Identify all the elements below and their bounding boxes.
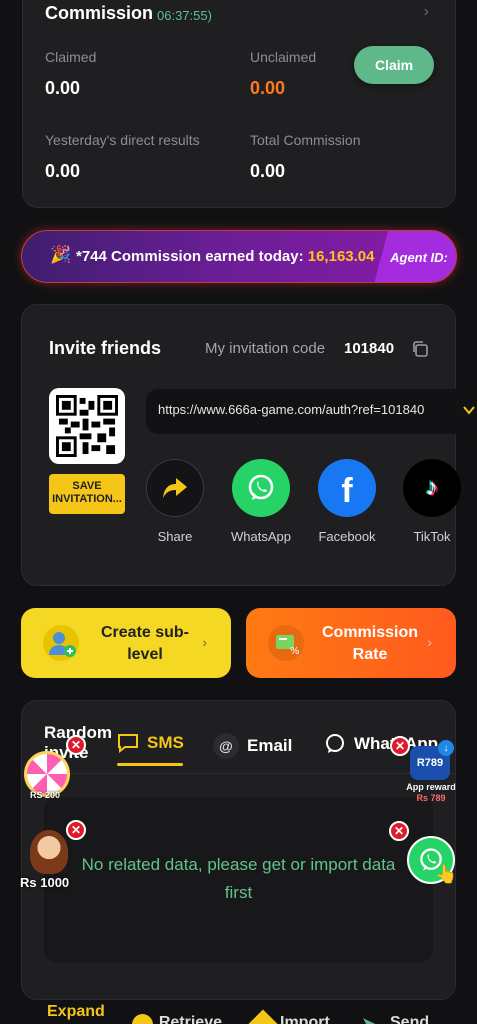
unclaimed-label: Unclaimed: [250, 49, 317, 65]
invitation-code-label: My invitation code: [205, 340, 326, 357]
commission-rate-label: Commission Rate: [321, 624, 418, 663]
close-icon[interactable]: ✕: [389, 821, 409, 841]
copy-icon[interactable]: [411, 340, 429, 358]
import-icon: [247, 1009, 279, 1024]
promo-reward-amount: Rs 1000: [20, 875, 70, 890]
add-user-icon: [43, 625, 79, 661]
send-icon: ➤: [362, 1014, 384, 1024]
tiktok-icon: ♪: [403, 459, 461, 517]
invitation-url-field[interactable]: https://www.666a-game.com/auth?ref=10184…: [146, 389, 477, 434]
save-invitation-button[interactable]: SAVE INVITATION...: [49, 474, 125, 514]
close-icon[interactable]: ✕: [66, 820, 86, 840]
send-label: Send: [390, 1014, 430, 1024]
commission-rate-button[interactable]: % Commission Rate ›: [246, 608, 456, 678]
share-button[interactable]: Share: [139, 459, 211, 544]
expand-button[interactable]: Expand: [47, 1003, 105, 1021]
banner-message: *744 Commission earned today:: [76, 248, 308, 265]
chevron-right-icon: ›: [202, 634, 207, 650]
claimed-value: 0.00: [45, 78, 81, 98]
app-reward-amount: Rs 789: [416, 793, 446, 803]
chevron-right-icon: ›: [427, 634, 432, 650]
invite-title: Invite friends: [49, 338, 162, 358]
chat-bubble-icon: [326, 734, 344, 753]
retrieve-button[interactable]: Retrieve: [132, 1014, 222, 1024]
send-button[interactable]: ➤ Send: [362, 1014, 429, 1024]
chevron-right-icon[interactable]: ›: [424, 3, 429, 21]
spin-wheel-widget[interactable]: RS 200 ✕: [18, 735, 86, 807]
import-button[interactable]: Import: [247, 1009, 330, 1024]
claimed-label: Claimed: [45, 49, 97, 65]
commission-earned-banner: 🎉 *744 Commission earned today: 16,163.0…: [21, 230, 457, 283]
facebook-share-button[interactable]: f Facebook: [311, 459, 383, 544]
claim-button[interactable]: Claim: [354, 46, 434, 84]
at-sign-icon: @: [213, 733, 239, 759]
percent-chart-icon: %: [268, 625, 304, 661]
yesterday-results-value: 0.00: [45, 161, 81, 181]
message-icon: [118, 734, 138, 753]
tab-email[interactable]: @ Email: [213, 733, 292, 759]
whatsapp-share-button[interactable]: WhatsApp: [225, 459, 297, 544]
whatsapp-float-widget[interactable]: 👆 ✕: [389, 821, 459, 888]
create-sub-level-label: Create sub-level: [100, 624, 190, 663]
download-icon: ↓: [438, 740, 454, 756]
total-commission-value: 0.00: [250, 161, 286, 181]
total-commission-label: Total Commission: [250, 132, 361, 148]
spin-reward-amount: RS 200: [30, 790, 61, 800]
yesterday-results-label: Yesterday's direct results: [45, 132, 200, 148]
tab-sms-label: SMS: [147, 733, 184, 752]
app-reward-label: App reward: [406, 782, 456, 792]
qr-code: [49, 388, 125, 464]
commission-countdown: 06:37:55): [157, 8, 212, 23]
promo-avatar-icon: [30, 830, 68, 874]
tab-sms[interactable]: SMS: [117, 733, 184, 753]
hand-pointer-icon: 👆: [435, 864, 458, 884]
import-label: Import: [280, 1014, 330, 1024]
facebook-icon: f: [318, 459, 376, 517]
facebook-label: Facebook: [318, 529, 376, 544]
banner-amount: 16,163.04: [307, 248, 375, 265]
retrieve-icon: [132, 1014, 153, 1024]
banner-text: *744 Commission earned today: 16,163.04: [76, 248, 374, 265]
app-reward-widget[interactable]: R789 App reward Rs 789 ✕ ↓: [390, 736, 462, 806]
qr-code-icon: [56, 395, 118, 457]
chevron-down-icon[interactable]: [462, 403, 476, 417]
tiktok-share-button[interactable]: ♪ TikTok: [396, 459, 468, 544]
commission-card: Commission 06:37:55) › Claimed 0.00 Uncl…: [22, 0, 456, 208]
invite-friends-card: Invite friends My invitation code 101840…: [21, 304, 477, 586]
empty-state-text: No related data, please get or import da…: [81, 855, 396, 902]
invitation-code-value: 101840: [344, 340, 395, 357]
commission-title: Commission: [45, 3, 154, 23]
create-sub-level-button[interactable]: Create sub-level ›: [21, 608, 231, 678]
active-tab-indicator: [117, 763, 183, 766]
whatsapp-icon: [232, 459, 290, 517]
promo-girl-widget[interactable]: Rs 1000 ✕: [18, 820, 86, 890]
share-label: Share: [157, 529, 193, 544]
unclaimed-value: 0.00: [250, 78, 286, 98]
share-arrow-icon: [146, 459, 204, 517]
tab-email-label: Email: [247, 736, 293, 755]
svg-text:%: %: [290, 646, 300, 657]
whatsapp-label: WhatsApp: [231, 529, 291, 544]
tab-divider: [22, 773, 455, 774]
tiktok-label: TikTok: [413, 529, 451, 544]
close-icon[interactable]: ✕: [66, 735, 86, 755]
agent-id-label: Agent ID:: [374, 231, 456, 282]
close-icon[interactable]: ✕: [390, 736, 410, 756]
party-popper-icon: 🎉: [50, 245, 72, 264]
retrieve-label: Retrieve: [158, 1014, 222, 1024]
